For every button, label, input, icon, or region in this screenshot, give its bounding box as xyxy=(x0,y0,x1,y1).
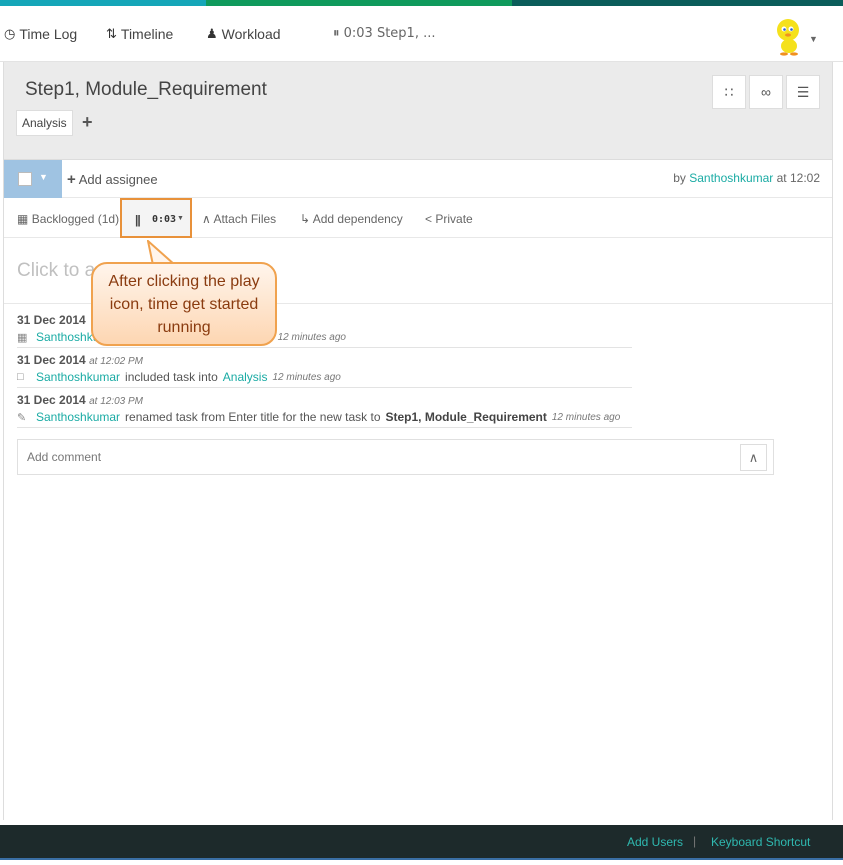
nav-running-timer[interactable]: ⏸ 0:03 Step1, ... xyxy=(333,26,436,41)
share-icon: < xyxy=(425,212,433,226)
log-entry: 31 Dec 2014 at 12:02 PM □ Santhoshkumar … xyxy=(17,353,632,388)
sliders-icon: ⇅ xyxy=(106,26,117,41)
link-button[interactable]: ∞ xyxy=(749,75,783,109)
top-nav: ◷ Time Log ⇅ Timeline ♟ Workload ⏸ 0:03 … xyxy=(0,6,843,62)
folder-icon: □ xyxy=(17,371,24,383)
author-byline: by Santhoshkumar at 12:02 xyxy=(673,171,820,185)
add-dependency-button[interactable]: ↳ Add dependency xyxy=(300,212,403,226)
log-line: □ Santhoshkumar included task into Analy… xyxy=(17,370,632,388)
paperclip-icon: ∧ xyxy=(748,449,759,465)
add-assignee-button[interactable]: + Add assignee xyxy=(67,171,158,188)
footer: Add Users | Keyboard Shortcut xyxy=(0,825,843,860)
description-placeholder: Click to a xyxy=(17,260,96,281)
timer-value: 0:03 xyxy=(152,214,177,225)
menu-button[interactable]: ☰ xyxy=(786,75,820,109)
calendar-icon: ▦ xyxy=(17,212,29,226)
action-row: ▦ Backlogged (1d) || 0:03 ▼ ∧ Attach Fil… xyxy=(4,198,832,238)
pause-icon[interactable]: || xyxy=(135,213,141,227)
task-title[interactable]: Step1, Module_Requirement xyxy=(25,79,267,101)
log-folder-link[interactable]: Analysis xyxy=(223,370,268,384)
nav-workload[interactable]: ♟ Workload xyxy=(206,26,281,42)
avatar-caret-icon[interactable]: ▼ xyxy=(809,34,818,44)
task-header: Step1, Module_Requirement Analysis + ∷ ∞… xyxy=(4,62,832,160)
task-panel: Step1, Module_Requirement Analysis + ∷ ∞… xyxy=(3,62,833,820)
link-icon: ∞ xyxy=(761,84,771,100)
rss-icon: ∷ xyxy=(724,83,734,100)
clock-icon: ◷ xyxy=(4,26,16,41)
backlogged-status[interactable]: ▦ Backlogged (1d) xyxy=(17,212,119,226)
status-selector[interactable]: ▼ xyxy=(4,160,62,198)
log-line: ✎ Santhoshkumar renamed task from Enter … xyxy=(17,410,632,428)
paperclip-icon: ∧ xyxy=(202,212,211,226)
pencil-icon: ✎ xyxy=(17,411,27,424)
comment-field[interactable]: Add comment ∧ xyxy=(17,439,774,475)
status-checkbox[interactable] xyxy=(18,172,32,186)
log-user-link[interactable]: Santhoshkumar xyxy=(36,370,120,384)
keyboard-shortcut-link[interactable]: Keyboard Shortcut xyxy=(711,835,810,849)
private-button[interactable]: < Private xyxy=(425,212,473,226)
attach-files-button[interactable]: ∧ Attach Files xyxy=(202,212,276,226)
chevron-down-icon: ▼ xyxy=(39,172,48,182)
callout-text: After clicking the play icon, time get s… xyxy=(108,273,260,336)
add-tag-button[interactable]: + xyxy=(82,112,93,133)
footer-separator: | xyxy=(693,834,697,848)
log-user-link[interactable]: Santhoshku xyxy=(36,330,99,344)
nav-time-log[interactable]: ◷ Time Log xyxy=(4,26,77,42)
rss-button[interactable]: ∷ xyxy=(712,75,746,109)
log-user-link[interactable]: Santhoshkumar xyxy=(36,410,120,424)
chevron-down-icon[interactable]: ▼ xyxy=(177,215,184,222)
author-link[interactable]: Santhoshkumar xyxy=(689,171,773,185)
log-date: 31 Dec 2014 at 12:03 PM xyxy=(17,393,143,407)
log-entry: 31 Dec 2014 at 12:03 PM ✎ Santhoshkumar … xyxy=(17,393,632,428)
assignee-row: ▼ + Add assignee by Santhoshkumar at 12:0… xyxy=(4,160,832,198)
user-icon: ♟ xyxy=(206,26,218,41)
timer-control[interactable]: || 0:03 ▼ xyxy=(120,198,192,238)
plus-icon: + xyxy=(67,171,76,188)
comment-placeholder: Add comment xyxy=(27,450,102,464)
add-users-link[interactable]: Add Users xyxy=(627,835,683,849)
annotation-callout: After clicking the play icon, time get s… xyxy=(91,262,277,346)
nav-timeline[interactable]: ⇅ Timeline xyxy=(106,26,173,42)
dependency-icon: ↳ xyxy=(300,212,311,226)
menu-icon: ☰ xyxy=(796,83,810,100)
folder-tag[interactable]: Analysis xyxy=(16,110,73,136)
attach-comment-button[interactable]: ∧ xyxy=(740,444,767,471)
avatar[interactable] xyxy=(772,16,804,56)
log-date: 31 Dec 2014 at 12:02 PM xyxy=(17,353,143,367)
calendar-icon: ▦ xyxy=(17,331,28,344)
